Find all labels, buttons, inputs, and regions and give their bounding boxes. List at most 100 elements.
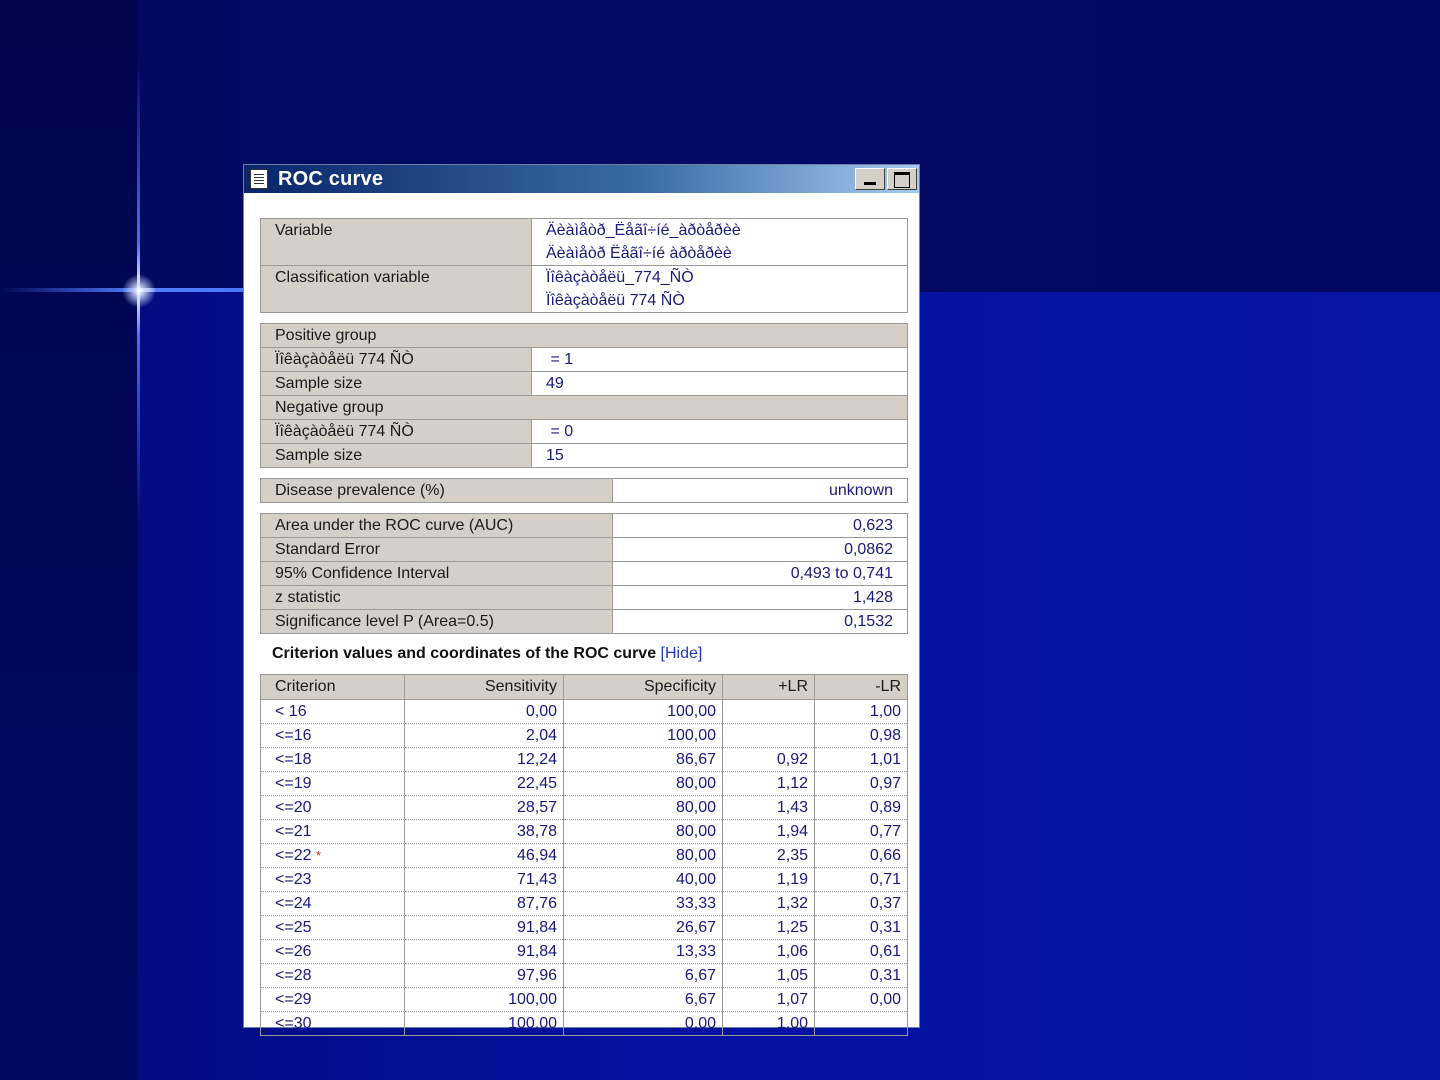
criterion-cell-text: <=19 [275, 775, 312, 792]
plus-lr-cell: 1,43 [722, 795, 815, 820]
confidence-interval-value: 0,493 to 0,741 [612, 561, 908, 586]
z-statistic-value: 1,428 [612, 585, 908, 610]
table-row: <=21 38,78 80,00 1,94 0,77 [260, 819, 908, 844]
sensitivity-cell: 100,00 [404, 987, 564, 1012]
table-row: <=19 22,45 80,00 1,12 0,97 [260, 771, 908, 796]
variables-table: Variable Äèàìåòð_Ëåãî÷íé_àðòåðèè Äèàìåòð… [260, 218, 908, 313]
criterion-cell: <=28 [260, 963, 405, 988]
roc-table-body: < 16 0,00 100,00 1,00 <=16 2,04 100,00 0,98 <=18… [260, 699, 908, 1036]
criterion-cell: < 16 [260, 699, 405, 724]
table-row: < 16 0,00 100,00 1,00 [260, 699, 908, 724]
specificity-cell-text: 80,00 [675, 799, 716, 816]
criterion-cell: <=29 [260, 987, 405, 1012]
specificity-cell: 100,00 [563, 699, 723, 724]
sensitivity-cell: 46,94 [404, 843, 564, 868]
minus-lr-cell: 0,37 [814, 891, 908, 916]
sensitivity-cell-text: 0,00 [525, 703, 557, 720]
criterion-cell: <=18 [260, 747, 405, 772]
plus-lr-cell: 2,35 [722, 843, 815, 868]
plus-lr-cell-text: 1,00 [776, 1015, 808, 1032]
roc-coordinates-table: Criterion Sensitivity Specificity +LR -L… [260, 674, 908, 1036]
minus-lr-cell-text: 1,01 [869, 751, 901, 768]
maximize-button[interactable] [887, 168, 917, 190]
specificity-cell: 40,00 [563, 867, 723, 892]
criterion-cell: <=25 [260, 915, 405, 940]
minus-lr-cell: 1,01 [814, 747, 908, 772]
plus-lr-cell: 1,06 [722, 939, 815, 964]
criterion-cell: <=21 [260, 819, 405, 844]
auc-label: Area under the ROC curve (AUC) [260, 513, 613, 538]
minus-lr-cell: 0,77 [814, 819, 908, 844]
specificity-cell-text: 6,67 [684, 967, 716, 984]
sensitivity-cell-text: 12,24 [516, 751, 557, 768]
table-row: <=23 71,43 40,00 1,19 0,71 [260, 867, 908, 892]
specificity-cell-text: 86,67 [675, 751, 716, 768]
prevalence-label: Disease prevalence (%) [260, 478, 613, 503]
sensitivity-cell-text: 71,43 [516, 871, 557, 888]
specificity-cell-text: 13,33 [675, 943, 716, 960]
window-titlebar[interactable]: ROC curve [244, 165, 919, 193]
plus-lr-cell-text: 1,25 [776, 919, 808, 936]
specificity-header: Specificity [563, 674, 723, 700]
sensitivity-cell-text: 97,96 [516, 967, 557, 984]
criterion-cell: <=20 [260, 795, 405, 820]
minus-lr-cell: 0,66 [814, 843, 908, 868]
criterion-cell-text: <=16 [275, 727, 312, 744]
plus-lr-cell-text: 1,43 [776, 799, 808, 816]
variable-name: Äèàìåòð_Ëåãî÷íé_àðòåðèè [546, 222, 741, 239]
minus-lr-cell: 0,98 [814, 723, 908, 748]
table-row: <=16 2,04 100,00 0,98 [260, 723, 908, 748]
prevalence-table: Disease prevalence (%) unknown [260, 478, 908, 503]
table-row: <=25 91,84 26,67 1,25 0,31 [260, 915, 908, 940]
classification-variable-name: Ïîêàçàòåëü_774_ÑÒ [546, 269, 694, 286]
auc-value: 0,623 [612, 513, 908, 538]
sensitivity-cell-text: 28,57 [516, 799, 557, 816]
window-controls [855, 168, 917, 190]
slide-left-band [0, 0, 138, 1080]
classification-variable-row: Classification variable Ïîêàçàòåëü_774_Ñ… [260, 265, 908, 313]
minus-lr-cell-text: 0,37 [869, 895, 901, 912]
minus-lr-cell-text: 1,00 [869, 703, 901, 720]
plus-lr-cell: 1,25 [722, 915, 815, 940]
variable-label: Variable [260, 218, 532, 266]
positive-group-header: Positive group [259, 323, 909, 348]
window-title: ROC curve [278, 167, 384, 190]
report-content: Variable Äèàìåòð_Ëåãî÷íé_àðòåðèè Äèàìåòð… [259, 218, 909, 1036]
decorative-star-glow [122, 274, 156, 308]
specificity-cell-text: 100,00 [667, 727, 716, 744]
sensitivity-cell-text: 91,84 [516, 943, 557, 960]
specificity-cell: 100,00 [563, 723, 723, 748]
prevalence-value: unknown [612, 478, 908, 503]
minus-lr-cell: 0,97 [814, 771, 908, 796]
groups-table: Positive group Ïîêàçàòåëü 774 ÑÒ = 1 Sam… [259, 323, 909, 468]
minus-lr-cell-text: 0,98 [869, 727, 901, 744]
variable-description: Äèàìåòð Ëåãî÷íé àðòåðèè [546, 245, 732, 262]
negative-sample-size-label: Sample size [260, 443, 532, 468]
criterion-cell-text: <=24 [275, 895, 312, 912]
criterion-cell-text: <=28 [275, 967, 312, 984]
minus-lr-cell: 0,00 [814, 987, 908, 1012]
specificity-cell: 6,67 [563, 987, 723, 1012]
plus-lr-cell: 0,92 [722, 747, 815, 772]
plus-lr-cell-text: 0,92 [776, 751, 808, 768]
minimize-button[interactable] [855, 168, 885, 190]
sensitivity-cell: 2,04 [404, 723, 564, 748]
table-row: <=22 * 46,94 80,00 2,35 0,66 [260, 843, 908, 868]
criterion-cell-text: <=23 [275, 871, 312, 888]
plus-lr-cell: 1,05 [722, 963, 815, 988]
sensitivity-cell: 91,84 [404, 915, 564, 940]
sensitivity-cell: 12,24 [404, 747, 564, 772]
minus-lr-cell: 1,00 [814, 699, 908, 724]
table-row: <=28 97,96 6,67 1,05 0,31 [260, 963, 908, 988]
sensitivity-cell-text: 22,45 [516, 775, 557, 792]
hide-link[interactable]: [Hide] [661, 645, 703, 662]
plus-lr-cell-text: 1,94 [776, 823, 808, 840]
minus-lr-cell-text: 0,71 [869, 871, 901, 888]
minus-lr-header: -LR [814, 674, 908, 700]
minus-lr-cell-text: 0,31 [869, 919, 901, 936]
table-row: <=20 28,57 80,00 1,43 0,89 [260, 795, 908, 820]
sensitivity-cell: 22,45 [404, 771, 564, 796]
criterion-cell-text: <=26 [275, 943, 312, 960]
plus-lr-cell: 1,19 [722, 867, 815, 892]
sensitivity-cell: 100,00 [404, 1011, 564, 1036]
